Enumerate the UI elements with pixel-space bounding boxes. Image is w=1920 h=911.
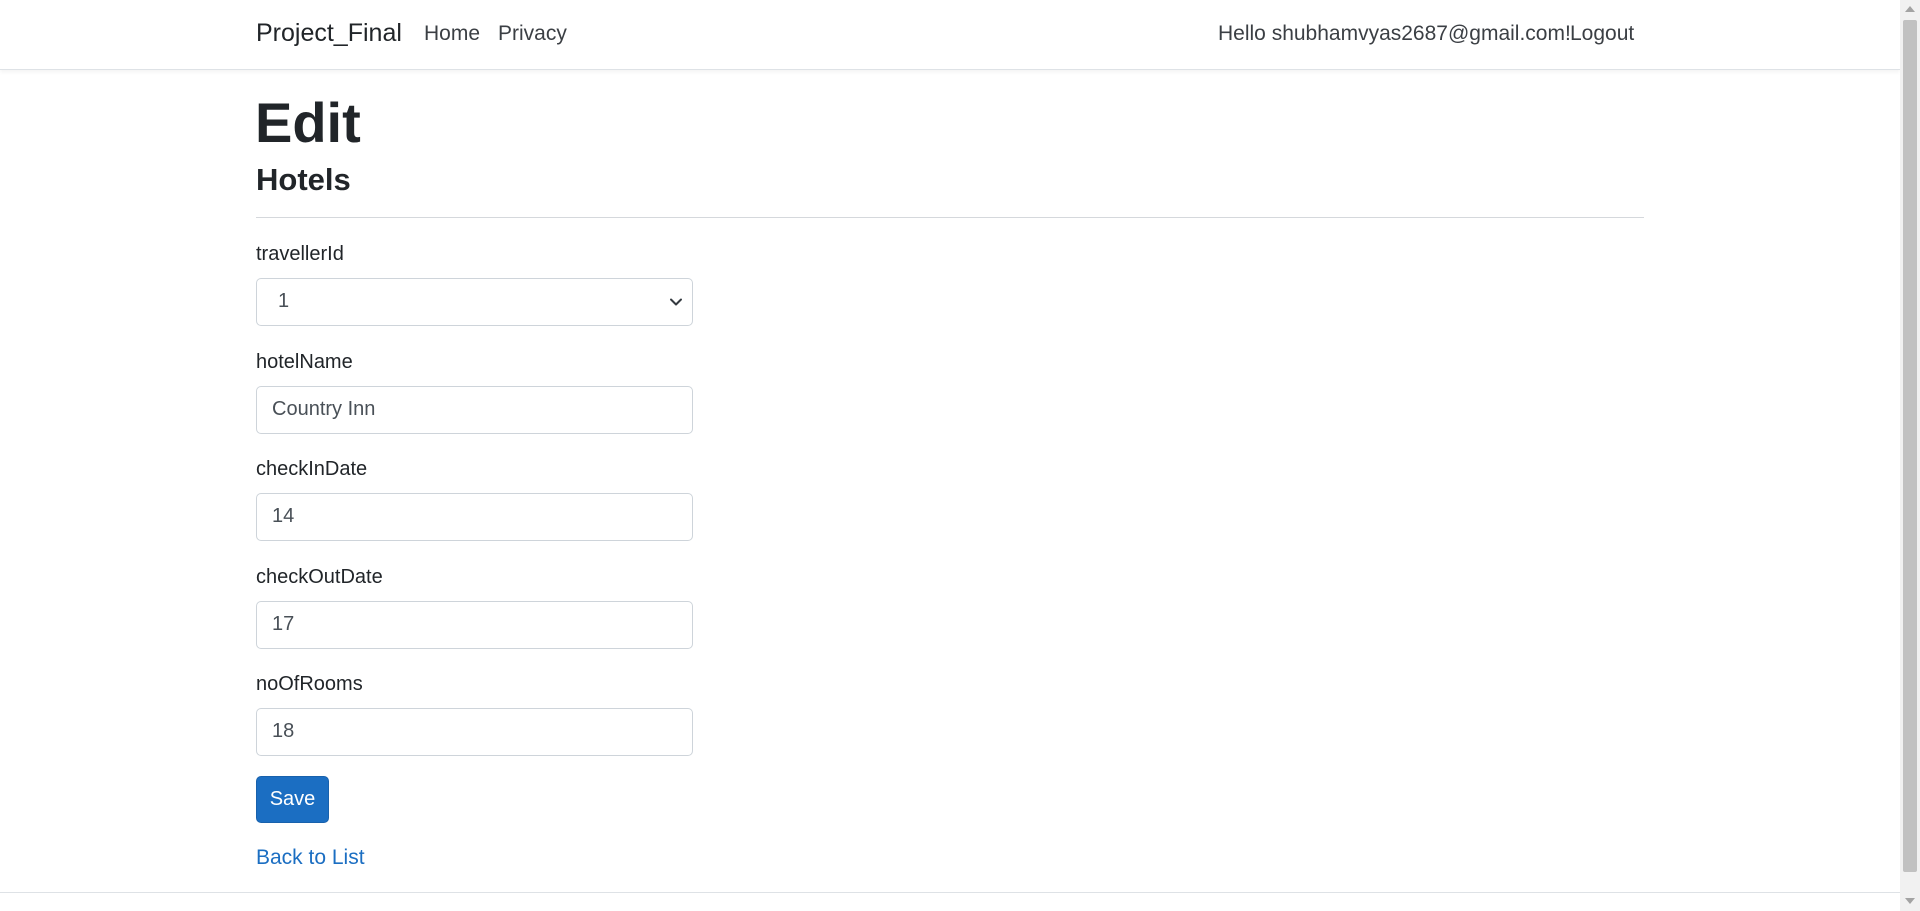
traveller-id-label: travellerId — [256, 243, 344, 265]
top-navbar: Project_Final Home Privacy Hello shubham… — [0, 0, 1900, 70]
hotel-name-label: hotelName — [256, 351, 353, 373]
no-of-rooms-input[interactable]: 18 — [256, 708, 693, 756]
traveller-id-selected-value: 1 — [278, 290, 290, 312]
divider — [256, 217, 1644, 218]
scroll-up-arrow-icon[interactable] — [1905, 6, 1915, 12]
save-button[interactable]: Save — [256, 776, 329, 823]
user-greeting-link[interactable]: Hello shubhamvyas2687@gmail.com! — [1218, 22, 1571, 46]
scroll-down-arrow-icon[interactable] — [1905, 898, 1915, 904]
check-out-date-label: checkOutDate — [256, 566, 383, 588]
logout-button[interactable]: Logout — [1570, 22, 1634, 46]
brand-link[interactable]: Project_Final — [256, 19, 402, 48]
back-to-list-link[interactable]: Back to List — [256, 846, 365, 870]
nav-link-privacy[interactable]: Privacy — [498, 22, 567, 46]
hotel-name-input[interactable]: Country Inn — [256, 386, 693, 434]
check-out-date-value: 17 — [272, 613, 295, 635]
scrollbar-thumb[interactable] — [1903, 20, 1917, 872]
hotel-name-value: Country Inn — [272, 398, 376, 420]
check-in-date-label: checkInDate — [256, 458, 368, 480]
traveller-id-select[interactable]: 1 — [256, 278, 693, 326]
no-of-rooms-value: 18 — [272, 720, 295, 742]
footer-divider — [0, 892, 1900, 893]
no-of-rooms-label: noOfRooms — [256, 673, 363, 695]
check-out-date-input[interactable]: 17 — [256, 601, 693, 649]
nav-link-home[interactable]: Home — [424, 22, 480, 46]
vertical-scrollbar[interactable] — [1900, 0, 1920, 911]
check-in-date-input[interactable]: 14 — [256, 493, 693, 541]
page-subtitle: Hotels — [256, 162, 351, 197]
chevron-down-icon — [670, 298, 682, 306]
page-title: Edit — [255, 91, 361, 154]
check-in-date-value: 14 — [272, 505, 295, 527]
